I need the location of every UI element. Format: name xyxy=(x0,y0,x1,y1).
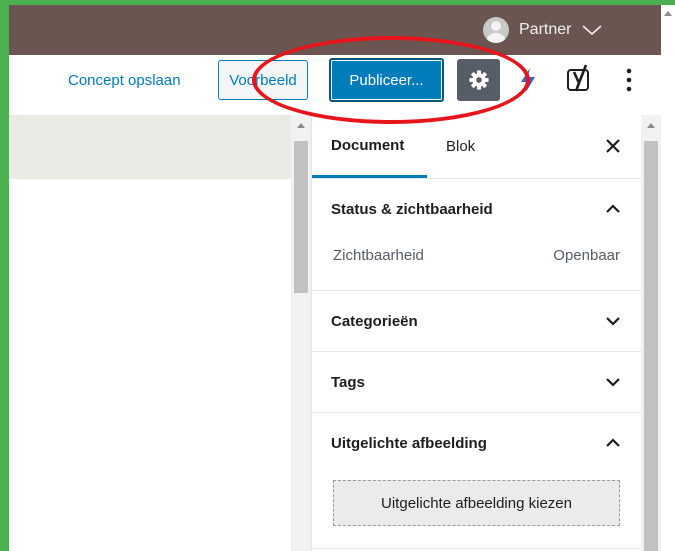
settings-button[interactable] xyxy=(457,59,500,101)
publish-button[interactable]: Publiceer... xyxy=(329,58,444,102)
scroll-up-arrow-icon[interactable] xyxy=(297,123,305,128)
choose-featured-image-button[interactable]: Uitgelichte afbeelding kiezen xyxy=(333,480,620,526)
admin-bar: Partner xyxy=(9,5,661,55)
tab-document[interactable]: Document xyxy=(312,115,427,178)
window-scrollbar[interactable] xyxy=(661,5,675,551)
avatar xyxy=(483,17,509,43)
panel-tags: Tags xyxy=(312,352,641,413)
scroll-up-arrow-icon[interactable] xyxy=(647,123,655,128)
chevron-down-icon xyxy=(582,25,603,36)
panel-title[interactable]: Status & zichtbaarheid xyxy=(331,179,493,239)
sidebar-scrollbar-thumb[interactable] xyxy=(644,141,658,551)
chevron-down-icon[interactable] xyxy=(605,313,621,329)
bolt-icon[interactable] xyxy=(518,67,538,93)
editor-window: Partner Concept opslaan Voorbeeld Public… xyxy=(9,5,675,551)
visibility-label: Zichtbaarheid xyxy=(333,247,424,264)
panel-title[interactable]: Uitgelichte afbeelding xyxy=(331,413,487,473)
panel-status-visibility: Status & zichtbaarheid xyxy=(312,179,641,291)
yoast-icon[interactable] xyxy=(565,63,593,95)
sidebar-scrollbar[interactable] xyxy=(641,115,661,551)
editor-toolbar: Concept opslaan Voorbeeld Publiceer... xyxy=(9,55,661,116)
chevron-up-icon[interactable] xyxy=(605,201,621,217)
editor-canvas[interactable] xyxy=(9,179,291,551)
chevron-down-icon[interactable] xyxy=(605,374,621,390)
account-menu[interactable]: Partner xyxy=(483,17,603,43)
editor-title-area[interactable] xyxy=(9,115,291,179)
save-draft-button[interactable]: Concept opslaan xyxy=(68,72,181,89)
sidebar-tabs: Document Blok xyxy=(312,115,641,179)
more-vertical-icon[interactable] xyxy=(621,67,637,93)
editor-scrollbar[interactable] xyxy=(291,115,311,551)
settings-sidebar: Document Blok Status & zichtbaarheid Zic… xyxy=(311,115,641,551)
user-name: Partner xyxy=(519,21,572,38)
tab-block[interactable]: Blok xyxy=(446,115,506,178)
visibility-value[interactable]: Openbaar xyxy=(553,247,620,264)
editor-scrollbar-thumb[interactable] xyxy=(294,141,308,293)
panel-title[interactable]: Categorieën xyxy=(331,291,418,351)
gear-icon xyxy=(468,70,489,90)
preview-button[interactable]: Voorbeeld xyxy=(218,60,308,100)
scroll-up-arrow-icon[interactable] xyxy=(664,11,672,16)
chevron-up-icon[interactable] xyxy=(605,435,621,451)
panel-title[interactable]: Tags xyxy=(331,352,365,412)
close-icon[interactable] xyxy=(604,137,622,155)
panel-categories: Categorieën xyxy=(312,291,641,352)
